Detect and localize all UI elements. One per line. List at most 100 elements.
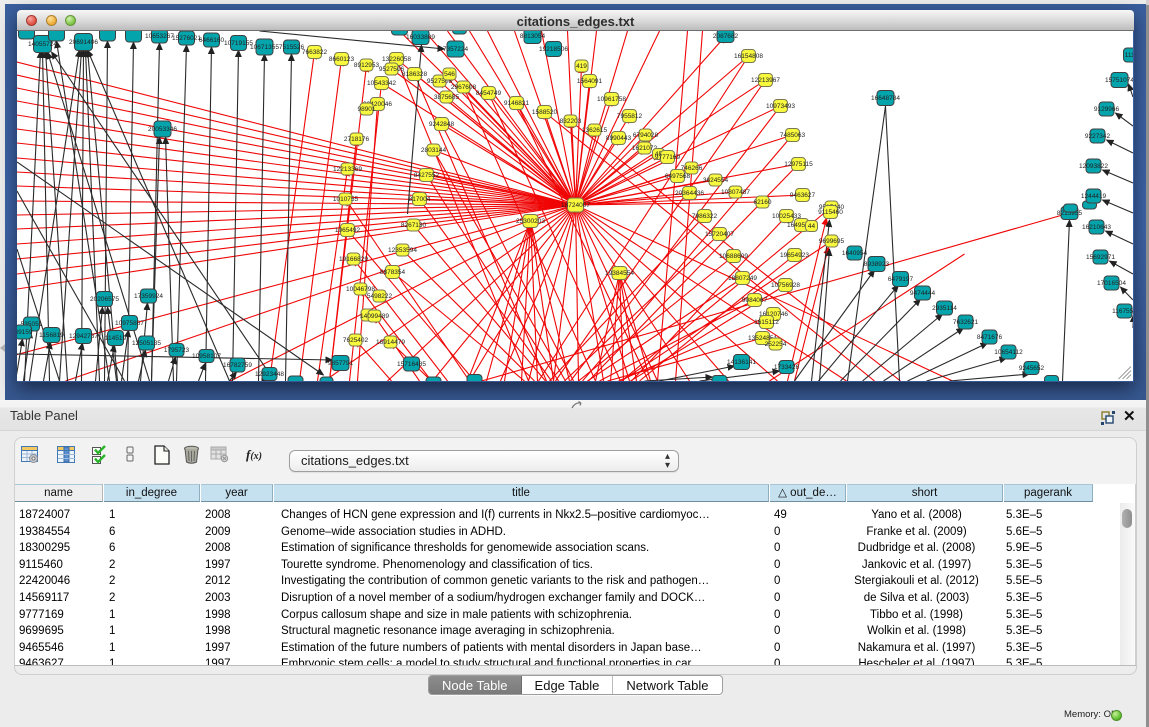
svg-text:10958107: 10958107 (192, 353, 221, 360)
svg-text:817004: 817004 (409, 196, 431, 203)
svg-text:9242848: 9242848 (429, 121, 455, 128)
svg-text:12923448: 12923448 (255, 371, 284, 378)
svg-text:1010755: 1010755 (333, 196, 359, 203)
svg-text:419: 419 (576, 63, 587, 70)
svg-text:9227342: 9227342 (1085, 133, 1111, 140)
svg-text:18807249: 18807249 (728, 275, 757, 282)
svg-text:10046798: 10046798 (346, 286, 375, 293)
svg-text:7663822: 7663822 (302, 49, 328, 56)
svg-text:8454749: 8454749 (476, 90, 502, 97)
svg-text:1065492: 1065492 (335, 227, 361, 234)
svg-text:20364436: 20364436 (675, 190, 704, 197)
svg-text:44: 44 (808, 223, 816, 230)
svg-text:3875685: 3875685 (434, 94, 460, 101)
svg-text:12505135: 12505135 (132, 340, 161, 347)
svg-text:1615112: 1615112 (754, 319, 779, 326)
svg-text:12093822: 12093822 (1079, 163, 1108, 170)
svg-text:16782759: 16782759 (223, 362, 252, 369)
svg-text:1640954: 1640954 (842, 250, 868, 257)
svg-text:9699695: 9699695 (819, 238, 845, 245)
svg-text:7632621: 7632621 (953, 319, 979, 326)
svg-text:15692971: 15692971 (1086, 254, 1115, 261)
svg-text:13226058: 13226058 (382, 56, 411, 63)
svg-text:1733426: 1733426 (774, 364, 800, 371)
svg-text:9527506: 9527506 (379, 66, 405, 73)
svg-text:12975115: 12975115 (784, 161, 813, 168)
svg-text:1112: 1112 (1125, 52, 1133, 59)
svg-text:10807487: 10807487 (721, 189, 750, 196)
svg-text:8186328: 8186328 (402, 71, 428, 78)
svg-text:62160: 62160 (753, 199, 771, 206)
svg-text:9146821: 9146821 (504, 100, 530, 107)
svg-text:10543342: 10543342 (367, 80, 396, 87)
svg-text:5498222: 5498222 (367, 293, 393, 300)
svg-text:1795723: 1795723 (164, 347, 190, 354)
svg-text:9474444: 9474444 (910, 290, 936, 297)
svg-text:14099489: 14099489 (360, 313, 389, 320)
svg-text:15716485: 15716485 (397, 361, 426, 368)
svg-text:17359924: 17359924 (134, 293, 163, 300)
svg-text:9245652: 9245652 (1019, 365, 1045, 372)
svg-text:16210643: 16210643 (1082, 224, 1111, 231)
svg-text:12353594: 12353594 (388, 247, 417, 254)
svg-text:7485063: 7485063 (780, 132, 806, 139)
svg-text:10671355: 10671355 (250, 44, 279, 51)
svg-text:7986322: 7986322 (692, 213, 718, 220)
svg-text:8267130: 8267130 (401, 222, 427, 229)
svg-text:9777169: 9777169 (655, 154, 681, 161)
svg-text:20053346: 20053346 (148, 126, 177, 133)
svg-text:20691406: 20691406 (69, 39, 98, 46)
svg-text:15720407: 15720407 (705, 231, 734, 238)
svg-text:8938923: 8938923 (864, 261, 890, 268)
svg-text:114519: 114519 (105, 335, 127, 342)
svg-text:15276021: 15276021 (172, 35, 201, 42)
svg-text:19218506: 19218506 (539, 46, 568, 53)
svg-text:8471676: 8471676 (977, 334, 1003, 341)
svg-text:8660123: 8660123 (329, 56, 355, 63)
svg-text:16154808: 16154808 (734, 53, 763, 60)
svg-text:16033809: 16033809 (406, 34, 435, 41)
svg-text:2967608: 2967608 (451, 84, 477, 91)
svg-text:1564091: 1564091 (577, 78, 603, 85)
svg-text:7625402: 7625402 (343, 337, 369, 344)
svg-text:12213369: 12213369 (333, 166, 362, 173)
svg-text:1156819: 1156819 (39, 332, 64, 339)
svg-text:12942737: 12942737 (69, 333, 98, 340)
svg-text:10756928: 10756928 (771, 282, 800, 289)
svg-text:1362615: 1362615 (582, 127, 608, 134)
svg-text:15751074: 15751074 (1105, 77, 1133, 84)
svg-text:7515526: 7515526 (279, 44, 305, 51)
svg-text:8427552: 8427552 (414, 172, 440, 179)
svg-text:10719155: 10719155 (224, 40, 253, 47)
svg-text:9857791: 9857791 (328, 360, 354, 367)
svg-text:9463627: 9463627 (790, 192, 816, 199)
svg-text:6479197: 6479197 (888, 276, 914, 283)
svg-text:16648784: 16648784 (871, 95, 900, 102)
svg-text:832203: 832203 (560, 118, 582, 125)
svg-text:10961758: 10961758 (597, 96, 626, 103)
svg-text:8990443: 8990443 (606, 135, 632, 142)
svg-text:6794028: 6794028 (633, 132, 659, 139)
svg-text:14055724: 14055724 (28, 41, 57, 48)
svg-text:25300203: 25300203 (516, 218, 545, 225)
svg-text:1244419: 1244419 (1081, 193, 1107, 200)
svg-text:2087682: 2087682 (713, 33, 739, 40)
svg-text:6497568: 6497568 (665, 173, 691, 180)
svg-text:2718176: 2718176 (344, 136, 370, 143)
svg-text:546: 546 (444, 71, 455, 78)
svg-text:16914479: 16914479 (376, 339, 405, 346)
svg-text:39159: 39159 (17, 329, 33, 336)
svg-text:9084067: 9084067 (742, 297, 768, 304)
svg-text:10975867: 10975867 (115, 320, 144, 327)
svg-text:12213967: 12213967 (751, 77, 780, 84)
svg-text:19384554: 19384554 (605, 270, 634, 277)
svg-text:8878354: 8878354 (380, 269, 406, 276)
svg-text:3624554: 3624554 (703, 177, 729, 184)
svg-text:10654112: 10654112 (994, 349, 1023, 356)
svg-text:20206575: 20206575 (90, 296, 119, 303)
svg-text:6466160: 6466160 (199, 37, 225, 44)
svg-text:8813054: 8813054 (520, 33, 546, 40)
svg-text:7357224: 7357224 (443, 46, 469, 53)
svg-text:1588520: 1588520 (532, 109, 558, 116)
svg-text:9115460: 9115460 (818, 209, 843, 216)
